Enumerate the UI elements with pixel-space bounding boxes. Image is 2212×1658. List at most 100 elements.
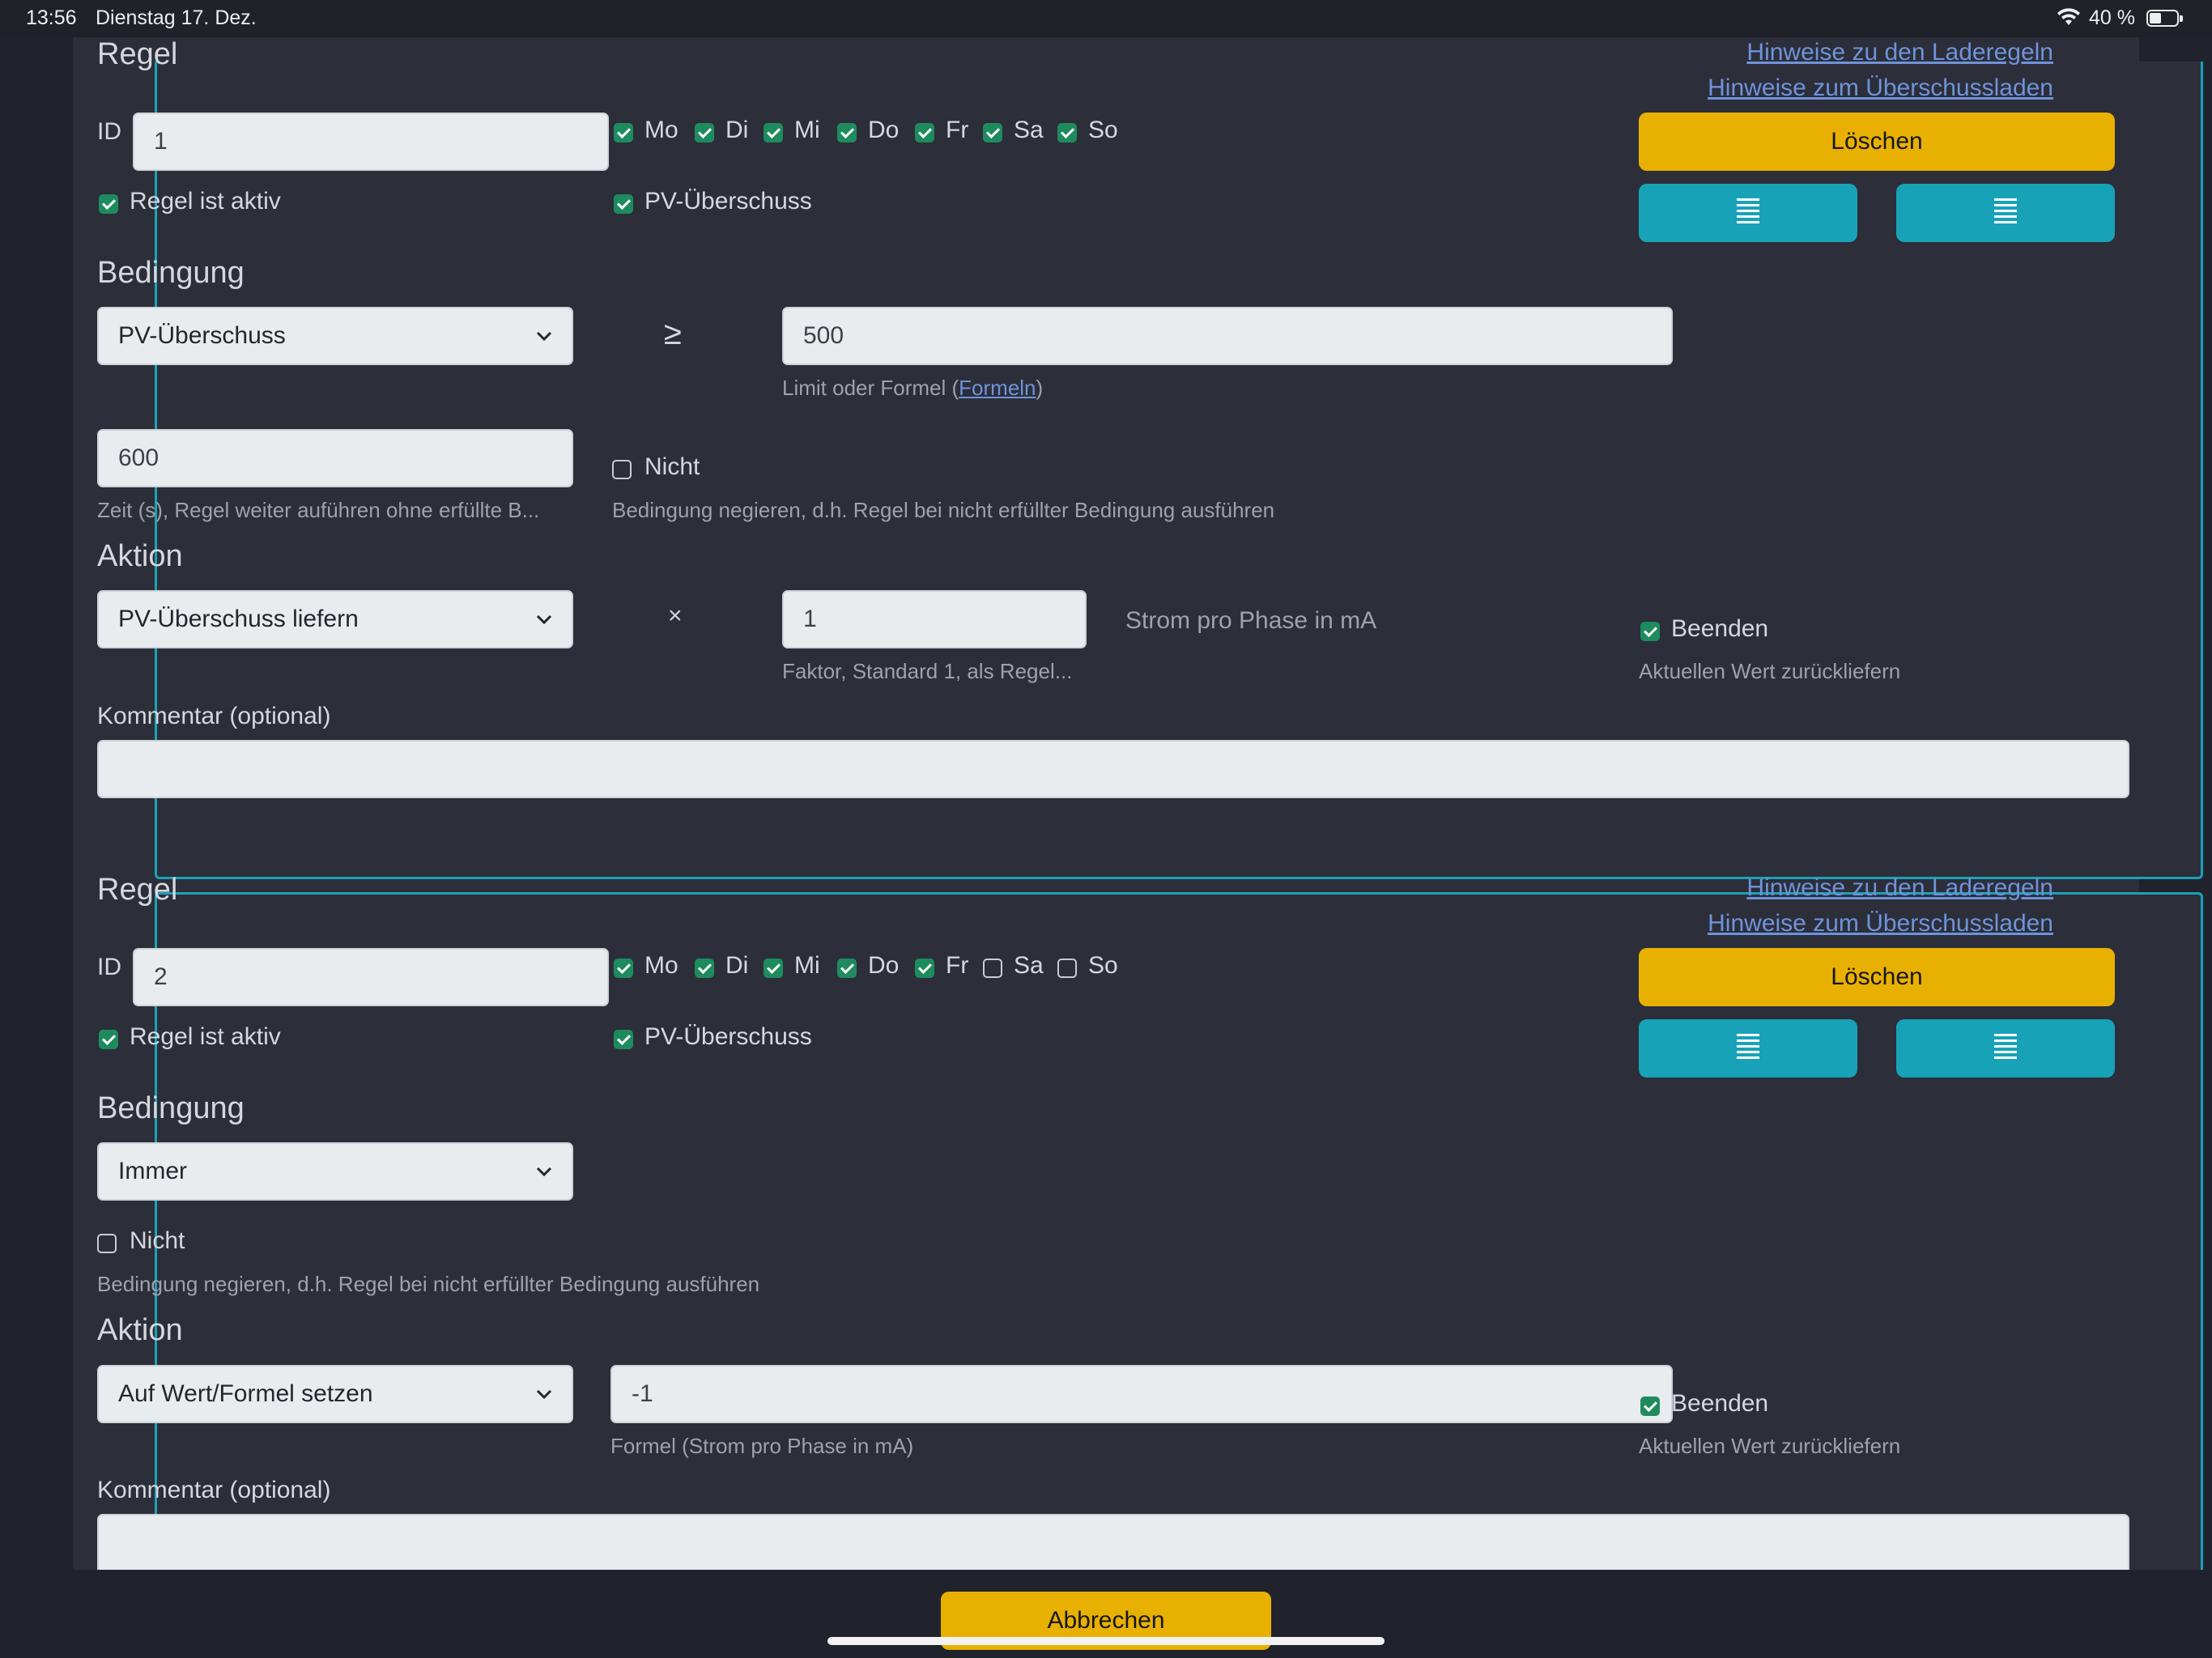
condition-select-value: PV-Überschuss	[118, 322, 286, 349]
action-select-value: Auf Wert/Formel setzen	[118, 1380, 373, 1407]
rule-heading: Regel	[97, 37, 178, 71]
chevron-down-icon	[536, 614, 552, 625]
checkbox-end[interactable]	[1640, 1397, 1660, 1416]
checkbox-sa[interactable]	[983, 959, 1002, 978]
list-icon	[1994, 198, 2017, 227]
checkbox-mo[interactable]	[614, 123, 633, 142]
main-panel: Regel Hinweise zu den Laderegeln Hinweis…	[73, 37, 2203, 1621]
day-label: Do	[868, 952, 900, 979]
day-label: Di	[725, 952, 749, 979]
day-label: Sa	[1014, 117, 1044, 143]
checkbox-pv-surplus[interactable]	[614, 1030, 633, 1049]
action-select[interactable]: PV-Überschuss liefern	[97, 590, 573, 648]
move-down-button[interactable]	[1896, 1019, 2115, 1078]
rule-active-label: Regel ist aktiv	[130, 1023, 281, 1050]
day-label: Fr	[946, 117, 969, 143]
id-label: ID	[97, 118, 121, 145]
link-charge-rules[interactable]: Hinweise zu den Laderegeln	[1746, 39, 2053, 66]
checkbox-not[interactable]	[97, 1234, 117, 1253]
id-input[interactable]: 2	[133, 948, 609, 1006]
action-heading: Aktion	[97, 1313, 183, 1347]
formula-hint: Formel (Strom pro Phase in mA)	[610, 1434, 914, 1458]
day-label: Mo	[644, 952, 678, 979]
battery-percent: 40 %	[2089, 6, 2135, 29]
limit-hint: Limit oder Formel (Formeln)	[782, 376, 1044, 400]
checkbox-end[interactable]	[1640, 622, 1660, 641]
checkbox-fr[interactable]	[915, 123, 934, 142]
checkbox-do[interactable]	[837, 123, 857, 142]
checkbox-do[interactable]	[837, 959, 857, 978]
checkbox-rule-active[interactable]	[99, 1030, 118, 1049]
day-label: Sa	[1014, 952, 1044, 979]
checkbox-mi[interactable]	[764, 959, 783, 978]
day-label: Mi	[794, 117, 820, 143]
checkbox-di[interactable]	[695, 123, 714, 142]
day-label: Fr	[946, 952, 969, 979]
checkbox-mo[interactable]	[614, 959, 633, 978]
checkbox-fr[interactable]	[915, 959, 934, 978]
list-icon	[1994, 1034, 2017, 1063]
chevron-down-icon	[536, 1389, 552, 1400]
checkbox-sa[interactable]	[983, 123, 1002, 142]
comment-label: Kommentar (optional)	[97, 703, 331, 729]
factor-input[interactable]: 1	[782, 590, 1087, 648]
end-hint: Aktuellen Wert zurückliefern	[1639, 1434, 1901, 1458]
link-surplus-charging[interactable]: Hinweise zum Überschussladen	[1708, 910, 2053, 937]
status-bar: 13:56 Dienstag 17. Dez. 40 %	[0, 0, 2212, 37]
wifi-icon	[2057, 8, 2080, 25]
day-label: So	[1088, 952, 1118, 979]
end-label: Beenden	[1671, 1390, 1769, 1417]
checkbox-so[interactable]	[1057, 123, 1077, 142]
day-label: Do	[868, 117, 900, 143]
rule-active-label: Regel ist aktiv	[130, 188, 281, 215]
list-icon	[1737, 1034, 1759, 1063]
chevron-down-icon	[536, 1167, 552, 1177]
operator-symbol: ≥	[664, 316, 682, 351]
checkbox-so[interactable]	[1057, 959, 1077, 978]
day-label: Mo	[644, 117, 678, 143]
chevron-down-icon	[536, 331, 552, 342]
condition-heading: Bedingung	[97, 1091, 245, 1125]
unit-text: Strom pro Phase in mA	[1125, 607, 1377, 634]
condition-select[interactable]: PV-Überschuss	[97, 307, 573, 365]
link-surplus-charging[interactable]: Hinweise zum Überschussladen	[1708, 74, 2053, 102]
action-select[interactable]: Auf Wert/Formel setzen	[97, 1365, 573, 1423]
end-label: Beenden	[1671, 615, 1769, 642]
delete-button[interactable]: Löschen	[1639, 113, 2115, 171]
limit-input[interactable]: 500	[782, 307, 1673, 365]
pv-surplus-label: PV-Überschuss	[644, 1023, 812, 1050]
pv-surplus-label: PV-Überschuss	[644, 188, 812, 215]
checkbox-not[interactable]	[612, 460, 632, 479]
id-label: ID	[97, 954, 121, 980]
time-hint: Zeit (s), Regel weiter auführen ohne erf…	[97, 498, 540, 522]
day-label: So	[1088, 117, 1118, 143]
move-up-button[interactable]	[1639, 1019, 1857, 1078]
not-label: Nicht	[644, 453, 700, 480]
day-label: Di	[725, 117, 749, 143]
not-label: Nicht	[130, 1227, 185, 1254]
checkbox-pv-surplus[interactable]	[614, 194, 633, 214]
day-label: Mi	[794, 952, 820, 979]
rule-heading: Regel	[97, 873, 178, 907]
comment-input[interactable]	[97, 740, 2129, 798]
condition-select[interactable]: Immer	[97, 1142, 573, 1201]
id-input[interactable]: 1	[133, 113, 609, 171]
move-down-button[interactable]	[1896, 184, 2115, 242]
action-heading: Aktion	[97, 539, 183, 573]
status-time: 13:56	[26, 6, 77, 29]
formula-input[interactable]: -1	[610, 1365, 1673, 1423]
delete-button[interactable]: Löschen	[1639, 948, 2115, 1006]
move-up-button[interactable]	[1639, 184, 1857, 242]
checkbox-rule-active[interactable]	[99, 194, 118, 214]
comment-label: Kommentar (optional)	[97, 1477, 331, 1503]
not-hint: Bedingung negieren, d.h. Regel bei nicht…	[97, 1272, 760, 1296]
checkbox-di[interactable]	[695, 959, 714, 978]
formulas-link[interactable]: Formeln	[959, 376, 1036, 400]
time-input[interactable]: 600	[97, 429, 573, 487]
link-charge-rules[interactable]: Hinweise zu den Laderegeln	[1746, 874, 2053, 902]
action-select-value: PV-Überschuss liefern	[118, 606, 359, 632]
checkbox-mi[interactable]	[764, 123, 783, 142]
factor-hint: Faktor, Standard 1, als Regel...	[782, 659, 1073, 683]
condition-select-value: Immer	[118, 1158, 187, 1184]
comment-input[interactable]	[97, 1514, 2129, 1570]
